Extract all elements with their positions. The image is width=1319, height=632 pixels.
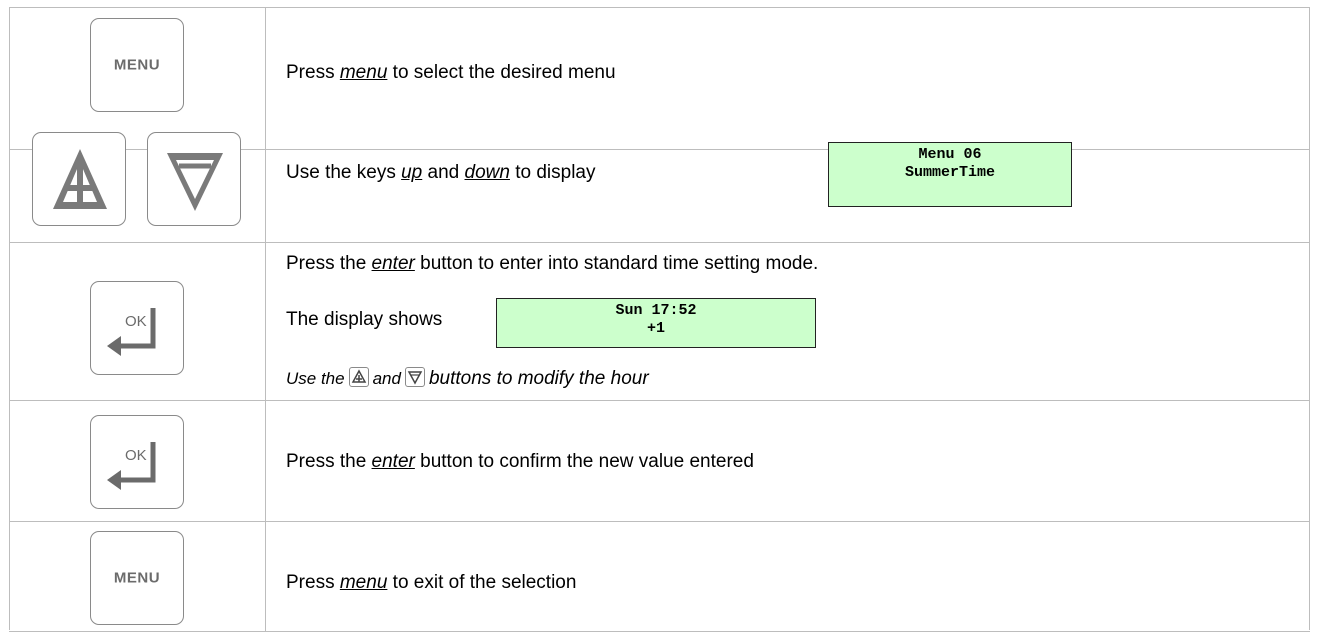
enter-arrow-icon: OK <box>107 308 156 356</box>
lcd-line-2: SummerTime <box>904 164 995 181</box>
lcd-line-1: Menu 06 <box>918 146 982 163</box>
enter-link: enter <box>371 253 415 274</box>
lcd-line-2: +1 <box>646 320 665 337</box>
down-link: down <box>464 162 510 183</box>
lcd-display: Sun 17:52 +1 <box>496 298 816 348</box>
ok-key-button[interactable]: OK <box>90 415 184 509</box>
table-row: OK Press the enter button to confirm the… <box>9 400 1310 522</box>
menu-key-button[interactable]: MENU <box>90 18 184 112</box>
menu-key-button[interactable]: MENU <box>90 531 184 625</box>
instruction-text: Press menu to select the desired menu <box>286 62 616 83</box>
mini-down-key-icon <box>404 367 425 387</box>
text-cell: Press the enter button to enter into sta… <box>266 243 1310 401</box>
icon-cell: MENU <box>9 522 265 631</box>
modify-hour-text: Use the and buttons to modify the hour <box>286 367 649 389</box>
icon-cell: OK <box>9 401 265 522</box>
menu-link: menu <box>339 62 388 83</box>
up-key-button[interactable] <box>32 132 126 226</box>
ok-key-button[interactable]: OK <box>90 281 184 375</box>
menu-key-label: MENU <box>113 56 161 74</box>
up-triangle-plus-icon <box>53 149 107 209</box>
lcd-line-1: Sun 17:52 <box>615 302 697 319</box>
text-cell: Press menu to exit of the selection <box>266 522 1310 631</box>
instruction-text: Press the enter button to confirm the ne… <box>286 451 754 472</box>
lcd-display: Menu 06 SummerTime <box>828 142 1072 207</box>
enter-arrow-icon: OK <box>107 442 156 490</box>
enter-link: enter <box>371 451 415 472</box>
text-cell: Press the enter button to confirm the ne… <box>266 401 1310 522</box>
instruction-text: Press the enter button to enter into sta… <box>286 253 819 274</box>
table-row: MENU Press menu to exit of the selection <box>9 521 1310 632</box>
instruction-table: MENU Press menu to select the desired me… <box>9 7 1310 632</box>
down-triangle-icon <box>167 153 223 211</box>
instruction-text: Press menu to exit of the selection <box>286 572 577 593</box>
ok-label: OK <box>125 447 147 464</box>
table-row: OK Press the enter button to enter into … <box>9 242 1310 401</box>
up-link: up <box>401 162 423 183</box>
ok-label: OK <box>125 313 147 330</box>
text-cell: Press menu to select the desired menu <box>266 8 1310 150</box>
menu-link: menu <box>339 572 388 593</box>
instruction-text: Use the keys up and down to display <box>286 162 596 183</box>
mini-up-key-icon <box>348 367 369 387</box>
table-row: MENU Press menu to select the desired me… <box>9 7 1310 150</box>
menu-key-label: MENU <box>113 569 161 587</box>
text-cell: Use the keys up and down to display Menu… <box>266 142 1310 243</box>
display-shows-text: The display shows <box>286 309 443 330</box>
icon-cell: OK <box>9 243 265 401</box>
icon-cell: MENU <box>9 8 265 150</box>
down-key-button[interactable] <box>147 132 241 226</box>
